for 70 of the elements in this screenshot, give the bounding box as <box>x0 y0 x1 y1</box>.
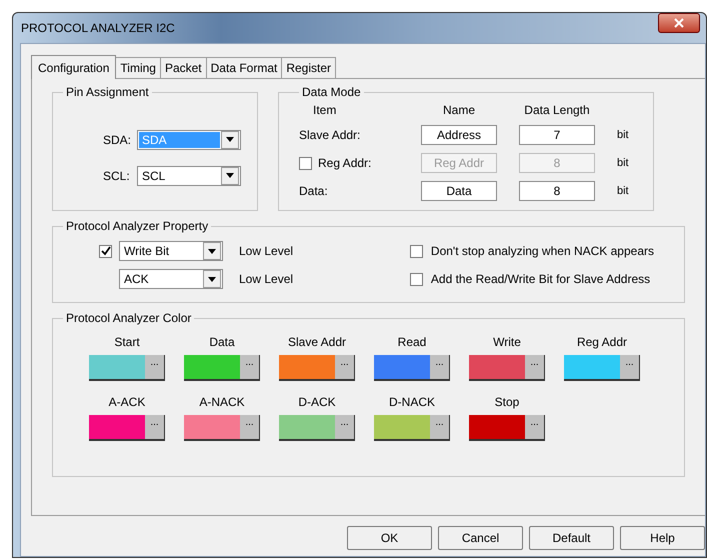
length-field[interactable]: 7 <box>519 125 595 145</box>
color-picker[interactable]: ... <box>184 415 260 441</box>
field-label: Slave Addr: <box>299 128 360 142</box>
tab[interactable]: Register <box>281 57 336 78</box>
browse-button[interactable]: ... <box>145 355 164 379</box>
browse-button[interactable]: ... <box>145 415 164 439</box>
dialog-button[interactable]: Default <box>529 526 614 550</box>
color-picker[interactable]: ... <box>279 415 355 441</box>
unit-label: bit <box>617 129 630 141</box>
color-picker[interactable]: ... <box>374 355 450 381</box>
browse-button[interactable]: ... <box>620 355 639 379</box>
color-picker[interactable]: ... <box>469 415 545 441</box>
browse-button[interactable]: ... <box>240 415 259 439</box>
color-label: D-NACK <box>388 395 435 409</box>
color-picker[interactable]: ... <box>564 355 640 381</box>
dialog-button[interactable]: OK <box>347 526 432 550</box>
field-label: SCL: <box>103 168 131 182</box>
tab[interactable]: Configuration <box>31 55 116 79</box>
unit-label: bit <box>617 157 630 169</box>
color-label: Write <box>493 335 521 349</box>
dropdown[interactable]: ACK <box>119 269 223 289</box>
dropdown[interactable]: Write Bit <box>119 241 223 261</box>
checkbox[interactable] <box>410 244 423 258</box>
group-title: Data Mode <box>301 85 362 99</box>
color-label: A-ACK <box>108 395 146 409</box>
browse-button[interactable]: ... <box>430 415 449 439</box>
level-label: Low Level <box>239 244 294 258</box>
close-icon[interactable] <box>658 13 700 33</box>
column-header: Name <box>442 103 476 117</box>
column-header: Data Length <box>523 103 591 117</box>
group-title: Protocol Analyzer Property <box>65 219 210 233</box>
color-picker[interactable]: ... <box>89 355 165 381</box>
browse-button[interactable]: ... <box>335 355 354 379</box>
checkbox[interactable] <box>99 244 112 258</box>
level-label: Low Level <box>239 272 294 286</box>
dialog-button[interactable]: Cancel <box>438 526 523 550</box>
column-header: Item <box>312 103 338 117</box>
browse-button[interactable]: ... <box>430 355 449 379</box>
field-label: Data: <box>299 184 328 198</box>
option-label: Add the Read/Write Bit for Slave Address <box>430 272 650 286</box>
color-label: Start <box>114 335 140 349</box>
field-label: SDA: <box>103 132 132 146</box>
color-picker[interactable]: ... <box>279 355 355 381</box>
color-label: Stop <box>494 395 520 409</box>
browse-button[interactable]: ... <box>240 355 259 379</box>
color-label: Reg Addr <box>576 335 628 349</box>
name-field[interactable]: Address <box>421 125 497 145</box>
group-title: Protocol Analyzer Color <box>65 311 192 325</box>
color-picker[interactable]: ... <box>374 415 450 441</box>
option-label: Don't stop analyzing when NACK appears <box>430 244 654 258</box>
length-field[interactable]: 8 <box>519 181 595 201</box>
field-label: Reg Addr: <box>318 156 372 170</box>
color-label: Slave Addr <box>288 335 346 349</box>
color-picker[interactable]: ... <box>184 355 260 381</box>
color-label: Read <box>398 335 426 349</box>
group-title: Pin Assignment <box>65 85 150 99</box>
dropdown[interactable]: SCL <box>137 166 241 186</box>
unit-label: bit <box>617 185 630 197</box>
window-title: PROTOCOL ANALYZER I2C <box>21 21 175 35</box>
name-field[interactable]: Data <box>421 181 497 201</box>
dialog-button[interactable]: Help <box>620 526 705 550</box>
browse-button[interactable]: ... <box>525 355 544 379</box>
browse-button[interactable]: ... <box>525 415 544 439</box>
color-picker[interactable]: ... <box>89 415 165 441</box>
color-picker[interactable]: ... <box>469 355 545 381</box>
color-label: D-ACK <box>298 395 336 409</box>
color-label: Data <box>209 335 235 349</box>
browse-button[interactable]: ... <box>335 415 354 439</box>
color-label: A-NACK <box>199 395 245 409</box>
checkbox[interactable] <box>410 272 423 286</box>
